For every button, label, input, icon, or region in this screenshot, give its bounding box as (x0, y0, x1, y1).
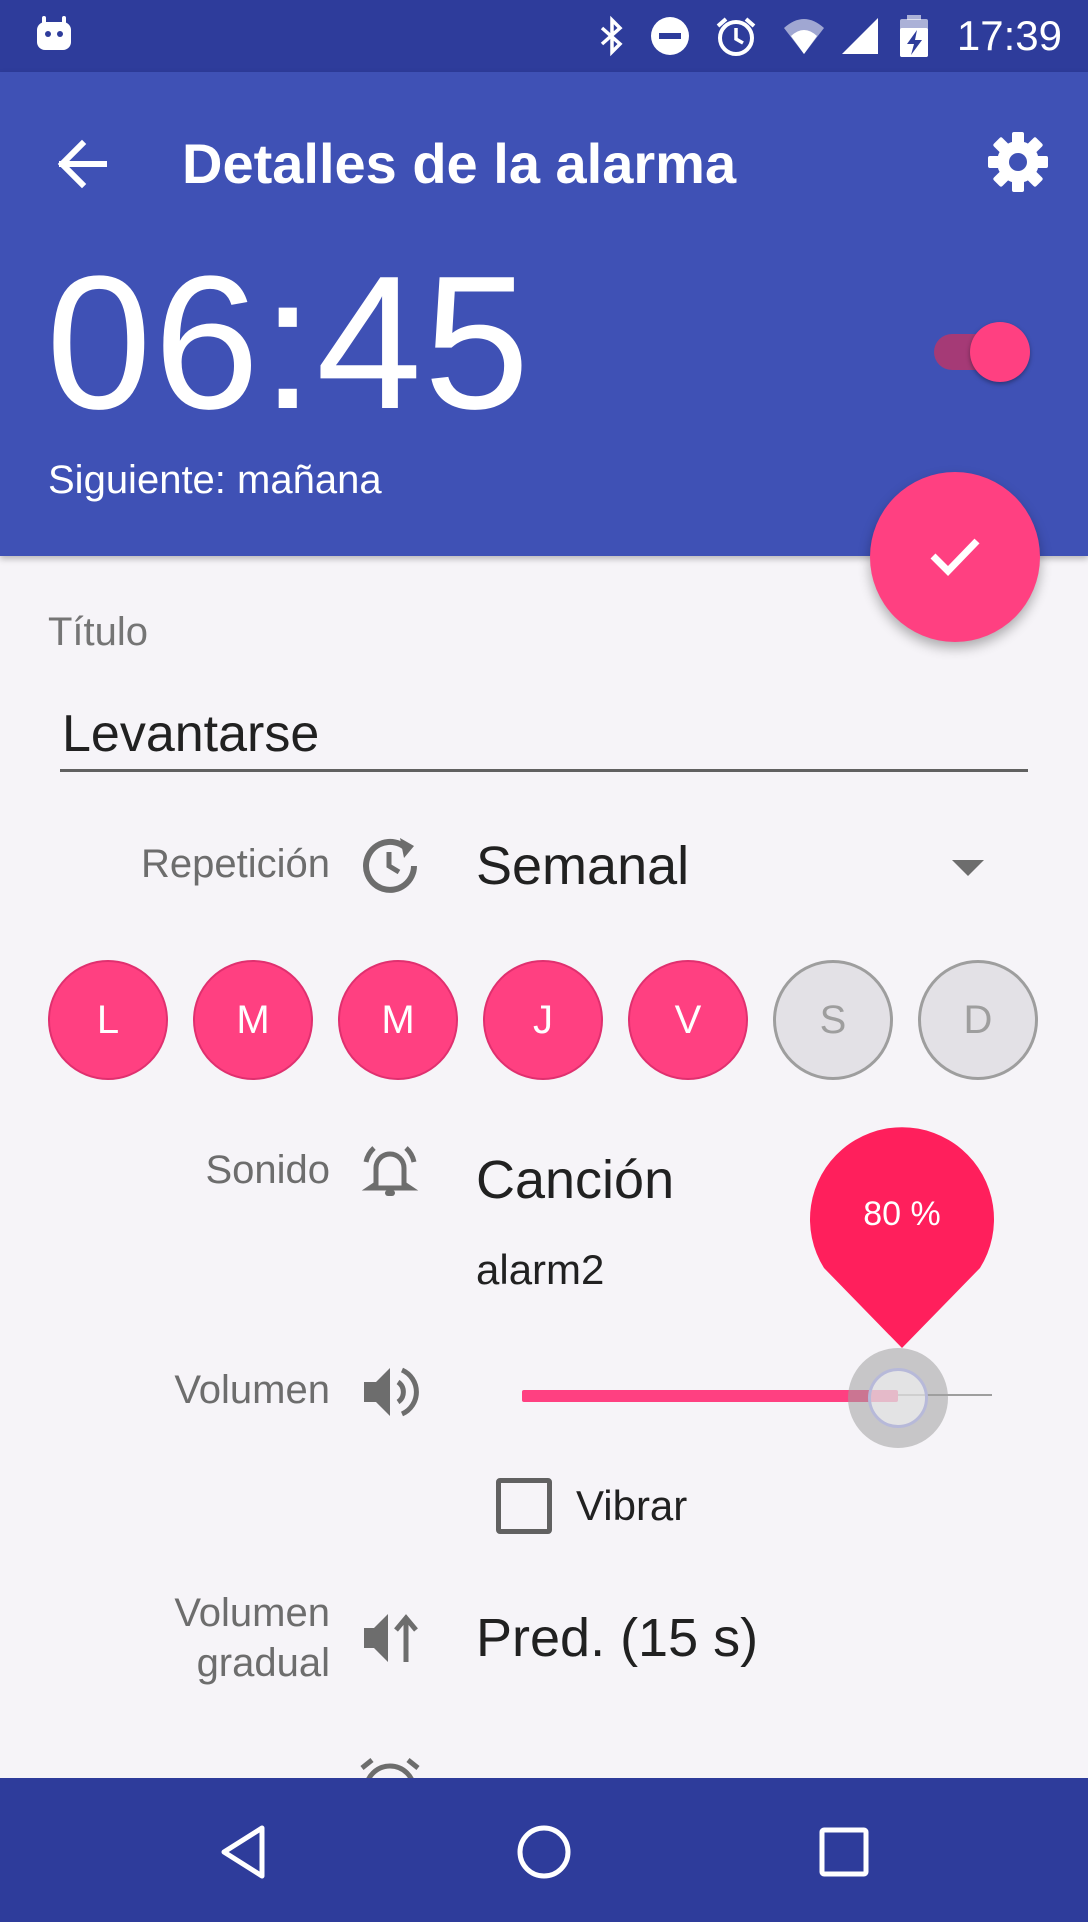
save-fab-button[interactable] (870, 472, 1040, 642)
vibrate-option[interactable]: Vibrar (496, 1476, 687, 1536)
day-toggle-wednesday[interactable]: M (338, 960, 458, 1080)
vibrate-label: Vibrar (576, 1482, 688, 1529)
day-toggle-sunday[interactable]: D (918, 960, 1038, 1080)
volume-up-icon (356, 1358, 424, 1426)
repeat-clock-icon (356, 830, 424, 898)
gradual-volume-select[interactable]: Pred. (15 s) (476, 1606, 758, 1670)
volume-slider[interactable] (522, 1346, 992, 1448)
battery-charging-icon (894, 14, 934, 58)
gear-icon[interactable] (976, 120, 1060, 204)
day-toggle-friday[interactable]: V (628, 960, 748, 1080)
alarm-enabled-toggle[interactable] (932, 314, 1032, 384)
chevron-down-icon[interactable] (950, 856, 986, 880)
nav-back-icon[interactable] (196, 1804, 292, 1900)
alarm-bell-icon (356, 1136, 424, 1204)
check-icon (923, 523, 987, 592)
wifi-icon (782, 14, 826, 58)
sound-select[interactable]: Canción (476, 1148, 674, 1212)
android-notification-icon (34, 14, 74, 54)
vibrate-checkbox[interactable] (496, 1478, 552, 1534)
slider-fill (522, 1390, 898, 1402)
title-input[interactable] (60, 698, 1028, 772)
volume-label: Volumen (174, 1368, 330, 1412)
status-clock: 17:39 (956, 12, 1062, 59)
gradual-volume-label: Volumen gradual (174, 1588, 330, 1688)
sound-label: Sonido (205, 1148, 330, 1192)
do-not-disturb-icon (648, 14, 692, 58)
alarm-icon (714, 14, 758, 58)
cell-signal-icon (838, 14, 882, 58)
alarm-time[interactable]: 06:45 (46, 248, 531, 438)
alarm-check-icon (356, 1752, 424, 1778)
bluetooth-icon (590, 14, 634, 58)
nav-recents-icon[interactable] (796, 1804, 892, 1900)
gradual-volume-label-line1: Volumen (174, 1591, 330, 1635)
repeat-select[interactable]: Semanal (476, 834, 689, 898)
status-bar: 17:39 (0, 0, 1088, 72)
day-toggle-tuesday[interactable]: M (193, 960, 313, 1080)
slider-thumb[interactable] (868, 1368, 928, 1428)
alarm-details-form: Título Repetición Semanal L M M J V S D … (0, 556, 1088, 1778)
volume-value-bubble (808, 1122, 996, 1352)
page-title: Detalles de la alarma (182, 132, 737, 195)
day-toggle-monday[interactable]: L (48, 960, 168, 1080)
next-alarm-label: Siguiente: mañana (48, 458, 382, 502)
nav-home-icon[interactable] (496, 1804, 592, 1900)
title-label: Título (48, 610, 149, 654)
navigation-bar (0, 1778, 1088, 1922)
volume-gradual-icon (356, 1604, 424, 1672)
volume-percent-label: 80 % (863, 1195, 941, 1233)
repeat-label: Repetición (140, 842, 330, 886)
day-toggle-thursday[interactable]: J (483, 960, 603, 1080)
day-toggle-saturday[interactable]: S (773, 960, 893, 1080)
sound-file-name: alarm2 (476, 1246, 605, 1293)
gradual-volume-label-line2: gradual (196, 1641, 330, 1685)
toggle-thumb (970, 322, 1030, 382)
weekday-selector: L M M J V S D (48, 960, 1048, 1082)
arrow-back-icon[interactable] (46, 124, 126, 204)
